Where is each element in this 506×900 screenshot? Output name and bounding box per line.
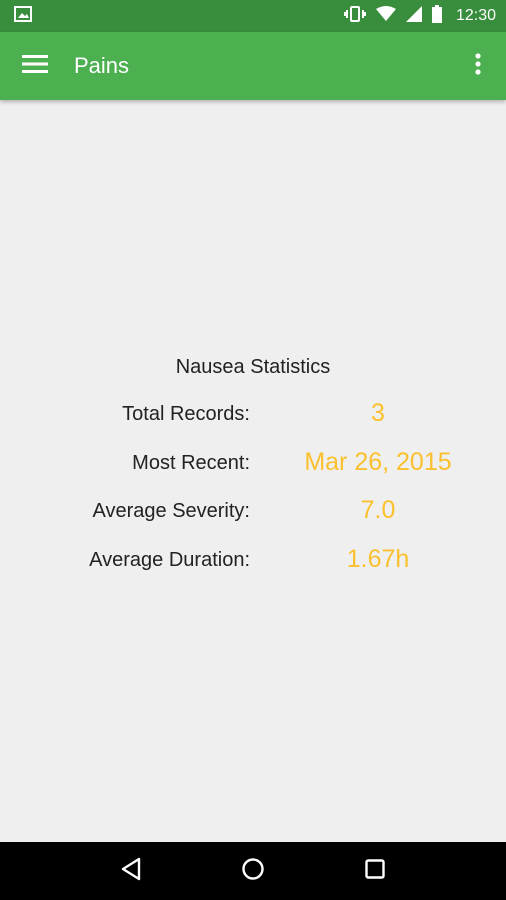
- overflow-menu-button[interactable]: [450, 32, 506, 100]
- app-bar: Pains: [0, 32, 506, 100]
- more-vertical-icon: [475, 52, 481, 80]
- stat-label: Most Recent:: [132, 452, 250, 474]
- hamburger-menu-icon: [22, 54, 48, 79]
- home-icon: [241, 857, 265, 886]
- battery-icon: [431, 4, 442, 28]
- stat-value: 3: [371, 399, 385, 427]
- stat-label: Average Severity:: [92, 500, 251, 522]
- signal-icon: [405, 5, 422, 27]
- home-button[interactable]: [223, 842, 283, 900]
- stats-panel: Nausea Statistics Total Records: 3 Most …: [0, 100, 506, 842]
- stat-row-average-severity: Average Severity: 7.0: [0, 496, 506, 540]
- stat-value: Mar 26, 2015: [304, 448, 452, 476]
- stat-row-average-duration: Average Duration: 1.67h: [0, 545, 506, 589]
- stat-label: Average Duration:: [89, 549, 250, 571]
- stat-value: 7.0: [360, 496, 396, 524]
- stats-title: Nausea Statistics: [175, 356, 331, 378]
- back-icon: [120, 857, 142, 886]
- stat-row-total-records: Total Records: 3: [0, 399, 506, 443]
- back-button[interactable]: [101, 842, 161, 900]
- recents-icon: [364, 858, 386, 885]
- stat-label: Total Records:: [122, 403, 250, 425]
- system-nav-bar: [0, 842, 506, 900]
- wifi-icon: [375, 5, 396, 27]
- image-notification-icon: [14, 5, 32, 27]
- status-bar: 12:30: [0, 0, 506, 32]
- menu-button[interactable]: [0, 32, 70, 100]
- stat-value: 1.67h: [346, 545, 410, 573]
- stat-row-most-recent: Most Recent: Mar 26, 2015: [0, 448, 506, 492]
- page-title: Pains: [74, 53, 130, 78]
- status-time: 12:30: [455, 7, 496, 24]
- recents-button[interactable]: [345, 842, 405, 900]
- vibrate-icon: [343, 5, 366, 28]
